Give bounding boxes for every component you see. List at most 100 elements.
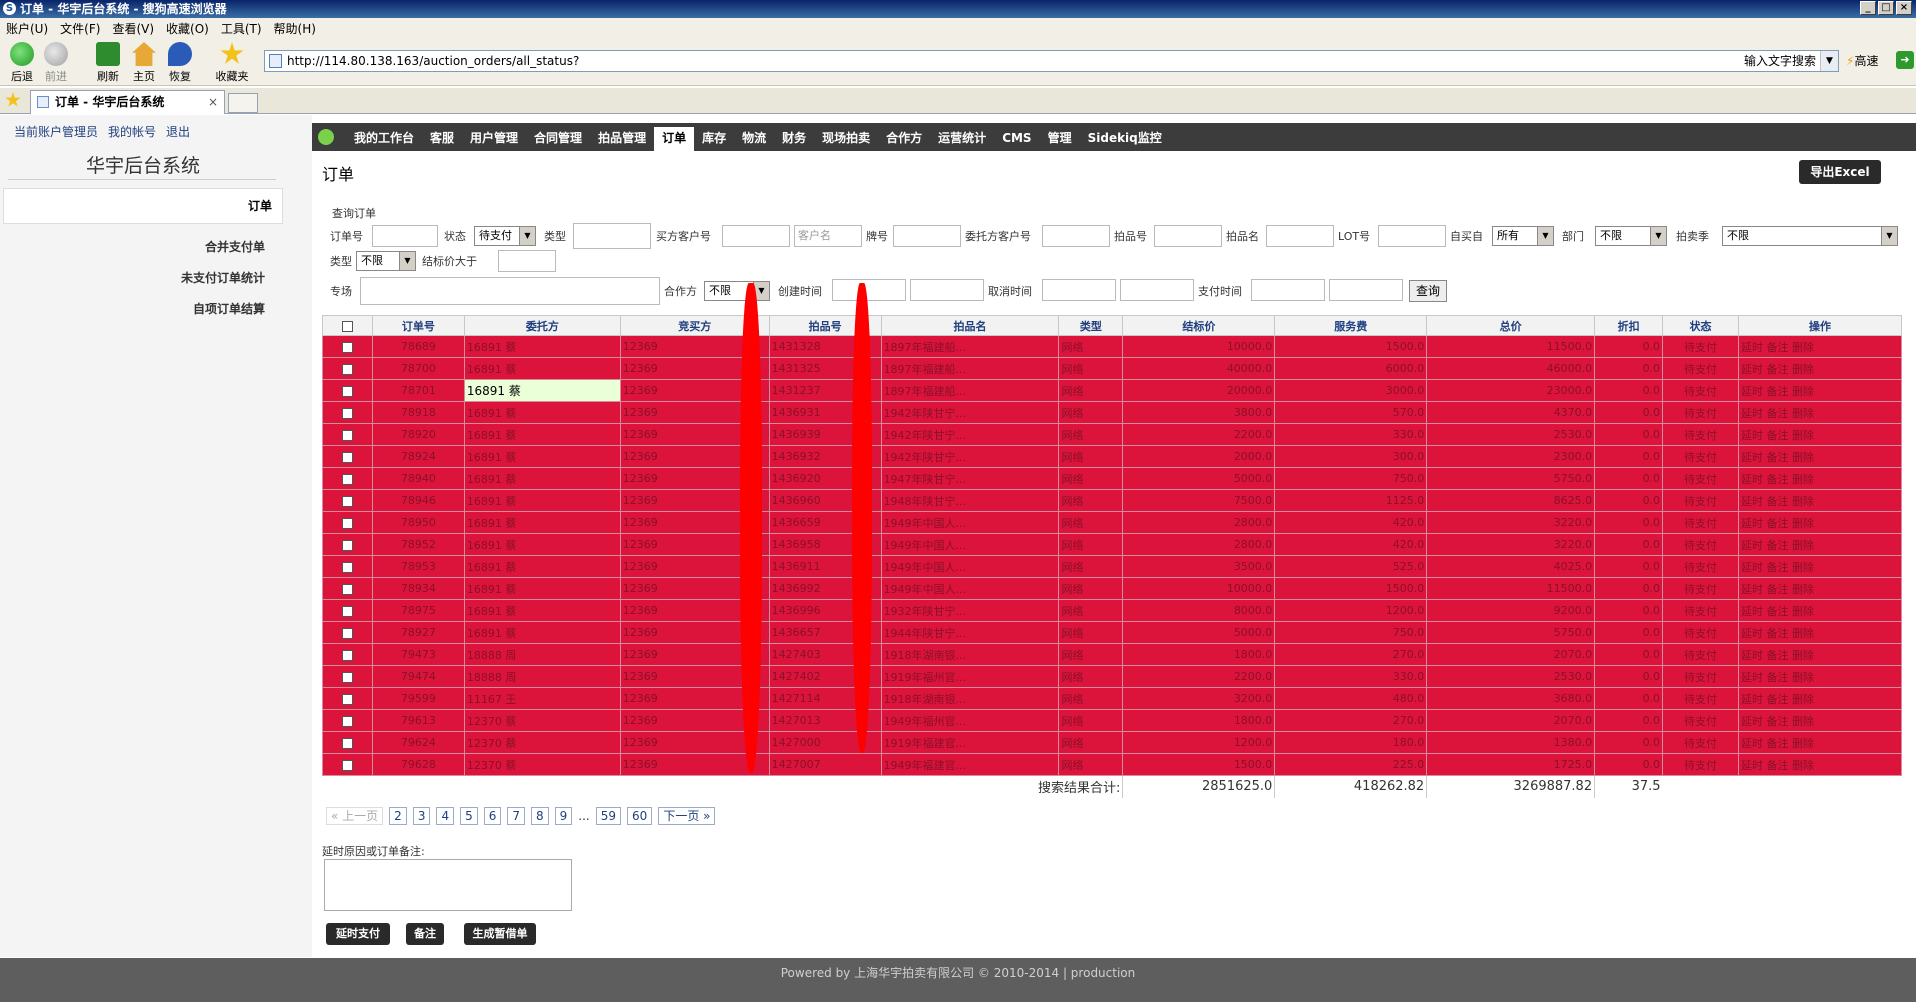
cell-ops[interactable]: 延时 备注 删除	[1738, 643, 1902, 666]
row-checkbox-cell[interactable]	[322, 467, 373, 490]
row-checkbox[interactable]	[341, 649, 353, 661]
cell-order-id[interactable]: 78927	[371, 621, 465, 644]
row-checkbox[interactable]	[341, 429, 353, 441]
cell-ops[interactable]: 延时 备注 删除	[1738, 753, 1902, 776]
row-checkbox-cell[interactable]	[322, 577, 373, 600]
row-checkbox[interactable]	[341, 363, 353, 375]
go-button[interactable]: ➜	[1896, 51, 1914, 69]
cell-order-id[interactable]: 78701	[371, 379, 465, 402]
cell-ops[interactable]: 延时 备注 删除	[1738, 379, 1902, 402]
my-account-link[interactable]: 我的帐号	[108, 123, 156, 140]
row-checkbox-cell[interactable]	[322, 621, 373, 644]
cancelled-to-input[interactable]	[1120, 279, 1194, 301]
row-checkbox[interactable]	[341, 341, 353, 353]
cell-ops[interactable]: 延时 备注 删除	[1738, 335, 1902, 358]
page-2[interactable]: 2	[389, 807, 407, 825]
remark-button[interactable]: 备注	[406, 923, 444, 945]
row-checkbox[interactable]	[341, 693, 353, 705]
row-checkbox-cell[interactable]	[322, 555, 373, 578]
cell-order-id[interactable]: 78950	[371, 511, 465, 534]
home-icon[interactable]	[318, 129, 334, 145]
created-to-input[interactable]	[910, 279, 984, 301]
nav-item-4[interactable]: 拍品管理	[590, 127, 654, 151]
row-checkbox-cell[interactable]	[322, 423, 373, 446]
star-icon[interactable]	[5, 92, 21, 107]
row-checkbox[interactable]	[341, 583, 353, 595]
search-engine-hint[interactable]: 输入文字搜索	[1744, 51, 1816, 71]
cell-ops[interactable]: 延时 备注 删除	[1738, 489, 1902, 512]
row-checkbox[interactable]	[341, 539, 353, 551]
note-textarea[interactable]	[324, 859, 572, 911]
col-lot-name[interactable]: 拍品名	[880, 315, 1060, 336]
nav-item-13[interactable]: 管理	[1040, 127, 1080, 151]
cell-order-id[interactable]: 78952	[371, 533, 465, 556]
type-input[interactable]	[573, 223, 651, 249]
forward-button[interactable]: 前进	[36, 42, 76, 84]
paddle-input[interactable]	[893, 225, 961, 247]
nav-item-8[interactable]: 财务	[774, 127, 814, 151]
menu-view[interactable]: 查看(V)	[112, 20, 154, 37]
new-tab-button[interactable]	[228, 93, 258, 113]
select-all-checkbox[interactable]	[341, 320, 353, 332]
row-checkbox-cell[interactable]	[322, 511, 373, 534]
paid-to-input[interactable]	[1329, 279, 1403, 301]
nav-item-6[interactable]: 库存	[694, 127, 734, 151]
cell-ops[interactable]: 延时 备注 删除	[1738, 423, 1902, 446]
cell-ops[interactable]: 延时 备注 删除	[1738, 731, 1902, 754]
page-8[interactable]: 8	[531, 807, 549, 825]
nav-item-7[interactable]: 物流	[734, 127, 774, 151]
row-checkbox[interactable]	[341, 715, 353, 727]
row-checkbox-cell[interactable]	[322, 599, 373, 622]
logout-link[interactable]: 退出	[166, 123, 190, 140]
cell-ops[interactable]: 延时 备注 删除	[1738, 357, 1902, 380]
consignor-id-input[interactable]	[1042, 225, 1110, 247]
minimize-button[interactable]: _	[1860, 1, 1876, 15]
row-checkbox[interactable]	[341, 737, 353, 749]
col-total[interactable]: 总价	[1426, 315, 1596, 336]
menu-account[interactable]: 账户(U)	[6, 20, 48, 37]
cell-ops[interactable]: 延时 备注 删除	[1738, 665, 1902, 688]
cell-order-id[interactable]: 78689	[371, 335, 465, 358]
export-excel-button[interactable]: 导出Excel	[1799, 160, 1881, 184]
refresh-button[interactable]: 刷新	[88, 42, 128, 84]
sidebar-item-self-settlement[interactable]: 自项订单结算	[0, 300, 265, 317]
row-checkbox-cell[interactable]	[322, 379, 373, 402]
nav-item-2[interactable]: 用户管理	[462, 127, 526, 151]
dept-select[interactable]: 不限 ▼	[1595, 226, 1667, 246]
menu-file[interactable]: 文件(F)	[60, 20, 100, 37]
partner-select[interactable]: 不限 ▼	[704, 281, 770, 301]
cell-ops[interactable]: 延时 备注 删除	[1738, 599, 1902, 622]
row-checkbox-cell[interactable]	[322, 665, 373, 688]
row-checkbox-cell[interactable]	[322, 445, 373, 468]
sidebar-item-merge-payment[interactable]: 合并支付单	[0, 238, 265, 255]
row-checkbox-cell[interactable]	[322, 731, 373, 754]
restore-button[interactable]: 恢复	[160, 42, 200, 84]
favorites-button[interactable]: 收藏夹	[212, 42, 252, 84]
select-all-header[interactable]	[322, 315, 373, 336]
special-input[interactable]	[360, 277, 660, 305]
cancelled-from-input[interactable]	[1042, 279, 1116, 301]
cell-ops[interactable]: 延时 备注 删除	[1738, 533, 1902, 556]
sidebar-item-unpaid-stats[interactable]: 未支付订单统计	[0, 269, 265, 286]
page-60[interactable]: 60	[627, 807, 653, 825]
cell-order-id[interactable]: 78946	[371, 489, 465, 512]
nav-item-3[interactable]: 合同管理	[526, 127, 590, 151]
speed-mode-button[interactable]: ⚡高速	[1846, 52, 1878, 69]
row-checkbox-cell[interactable]	[322, 753, 373, 776]
chevron-down-icon[interactable]: ▼	[1820, 51, 1838, 71]
row-checkbox[interactable]	[341, 385, 353, 397]
nav-item-11[interactable]: 运营统计	[930, 127, 994, 151]
cell-order-id[interactable]: 78975	[371, 599, 465, 622]
col-status[interactable]: 状态	[1662, 315, 1740, 336]
row-checkbox-cell[interactable]	[322, 709, 373, 732]
sidebar-item-orders[interactable]: 订单	[3, 188, 283, 224]
cell-ops[interactable]: 延时 备注 删除	[1738, 401, 1902, 424]
nav-item-10[interactable]: 合作方	[878, 127, 930, 151]
row-checkbox-cell[interactable]	[322, 335, 373, 358]
cell-ops[interactable]: 延时 备注 删除	[1738, 577, 1902, 600]
nav-item-5[interactable]: 订单	[654, 127, 695, 151]
cell-ops[interactable]: 延时 备注 删除	[1738, 445, 1902, 468]
lot-input[interactable]	[1378, 225, 1446, 247]
col-order-no[interactable]: 订单号	[371, 315, 465, 336]
query-button[interactable]: 查询	[1409, 280, 1448, 302]
